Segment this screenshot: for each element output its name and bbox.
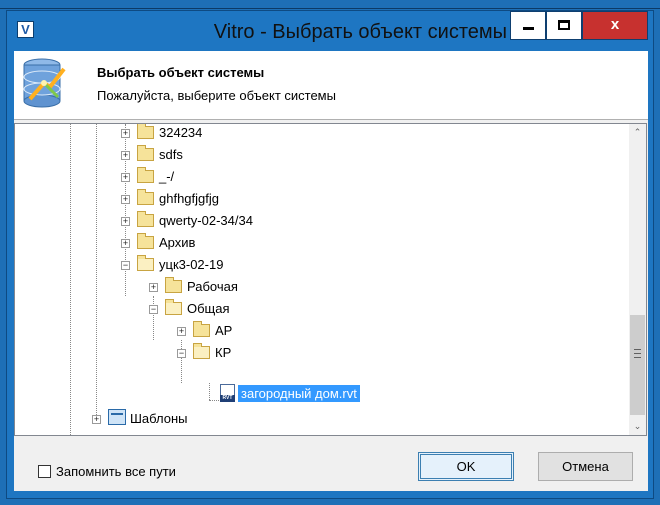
tree-item-label: загородный дом.rvt [238,385,360,402]
tree-line [181,340,182,383]
tree-item-label: КР [215,345,232,360]
expand-icon[interactable]: + [92,415,101,424]
tree-item-label: 324234 [159,125,203,140]
expand-icon[interactable]: + [121,173,130,182]
scroll-down-button[interactable]: ⌄ [629,418,646,435]
tree-item-label: АР [215,323,233,338]
folder-open-icon [165,299,182,315]
tree-item-label: Шаблоны [130,411,188,426]
maximize-button[interactable] [546,11,582,40]
title-bar[interactable]: V Vitro - Выбрать объект системы x [7,11,653,51]
folder-icon [137,167,154,183]
object-tree[interactable]: + 324234 + sdfs + _-/ + ghfhgfjgfjg + qw… [14,123,647,436]
templates-icon [108,409,126,425]
tree-line [70,124,71,435]
folder-icon [137,211,154,227]
wizard-header: Выбрать объект системы Пожалуйста, выбер… [14,51,648,120]
folder-icon [193,321,210,337]
grip-icon [634,349,641,358]
vertical-scrollbar[interactable]: ⌃ ⌄ [629,124,646,435]
expand-icon[interactable]: + [121,195,130,204]
folder-open-icon [193,343,210,359]
maximize-icon [558,20,570,30]
database-wizard-icon [23,58,66,108]
expand-icon[interactable]: + [121,217,130,226]
scroll-thumb[interactable] [630,315,645,415]
expand-icon[interactable]: + [121,239,130,248]
tree-item-label: ghfhgfjgfjg [159,191,219,206]
collapse-icon[interactable]: − [121,261,130,270]
close-button[interactable]: x [582,11,648,40]
tree-item-label: _-/ [159,169,175,184]
dialog-window: V Vitro - Выбрать объект системы x Выбра… [6,10,654,499]
header-title: Выбрать объект системы [97,65,265,80]
folder-icon [137,189,154,205]
expand-icon[interactable]: + [177,327,186,336]
expand-icon[interactable]: + [121,129,130,138]
tree-line [96,124,97,415]
expand-icon[interactable]: + [149,283,158,292]
collapse-icon[interactable]: − [149,305,158,314]
collapse-icon[interactable]: − [177,349,186,358]
folder-open-icon [137,255,154,271]
rvt-file-icon: RVT [220,384,235,402]
folder-icon [137,124,154,139]
cancel-button[interactable]: Отмена [538,452,633,481]
tree-item-label: уцк3-02-19 [159,257,224,272]
remember-paths-label[interactable]: Запомнить все пути [56,464,176,479]
scroll-up-button[interactable]: ⌃ [629,124,646,141]
tree-item-label: Рабочая [187,279,238,294]
folder-icon [165,277,182,293]
tree-line [153,296,154,340]
window-title: Vitro - Выбрать объект системы [213,21,507,43]
tree-item-label: Общая [187,301,230,316]
folder-icon [137,145,154,161]
ok-button[interactable]: OK [418,452,514,481]
tree-item-label: sdfs [159,147,183,162]
dialog-body: Выбрать объект системы Пожалуйста, выбер… [14,51,648,491]
tree-line [209,383,210,400]
tree-item-label: Архив [159,235,196,250]
folder-icon [137,233,154,249]
background-window-edge [0,0,660,9]
expand-icon[interactable]: + [121,151,130,160]
rvt-tag: RVT [220,395,235,402]
minimize-button[interactable] [510,11,546,40]
header-subtitle: Пожалуйста, выберите объект системы [97,88,336,103]
minimize-icon [523,27,534,30]
tree-item-label: qwerty-02-34/34 [159,213,253,228]
remember-paths-checkbox[interactable] [38,465,51,478]
